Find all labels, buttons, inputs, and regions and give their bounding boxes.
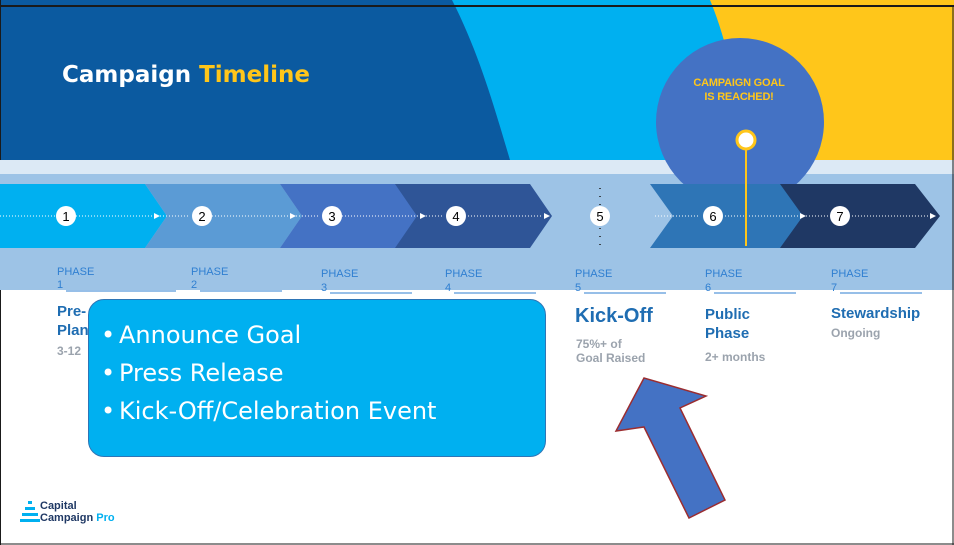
slide: CAMPAIGN GOAL IS REACHED! 1 2 3 4 5 6 7 … [0, 0, 954, 545]
frame-border [0, 6, 954, 545]
